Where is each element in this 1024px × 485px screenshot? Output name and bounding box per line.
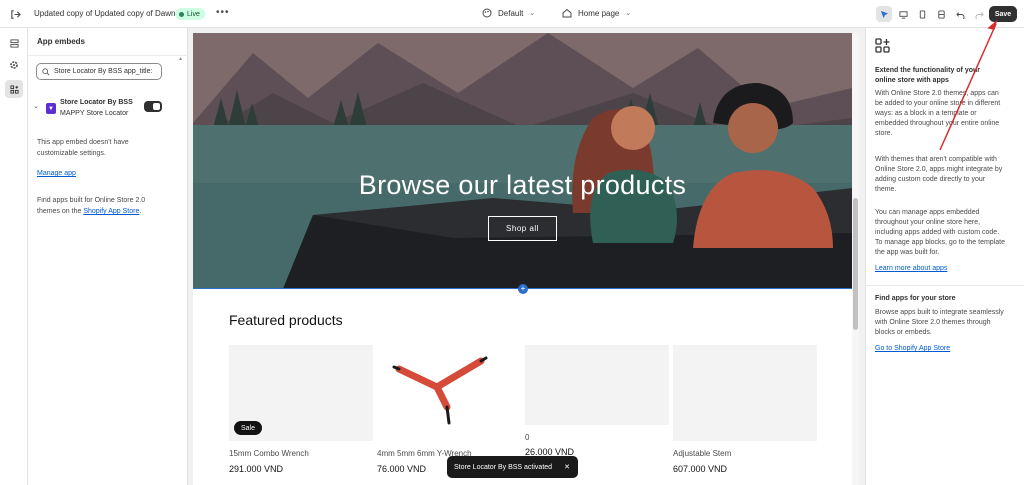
apps-icon xyxy=(875,38,890,53)
add-section-button[interactable]: + xyxy=(518,284,528,294)
panel-title: App embeds xyxy=(37,37,86,46)
redo-icon[interactable] xyxy=(971,6,987,22)
product-card[interactable]: 4mm 5mm 6mm Y-Wrench 76.000 VND xyxy=(377,345,521,474)
preview-tools xyxy=(876,6,987,22)
page-label: Home page xyxy=(578,8,620,18)
app-embed-name: Store Locator By BSS xyxy=(60,99,133,106)
fullscreen-view-icon[interactable] xyxy=(933,6,949,22)
info-paragraph: With themes that aren't compatible with … xyxy=(875,156,1003,193)
app-embed-toggle[interactable] xyxy=(144,101,162,112)
home-icon xyxy=(562,8,572,18)
info-panel: Extend the functionality of your online … xyxy=(865,28,1024,485)
undo-icon[interactable] xyxy=(952,6,968,22)
y-wrench-image xyxy=(392,356,488,425)
theme-selector[interactable]: Default ⌄ xyxy=(482,8,535,18)
page-selector[interactable]: Home page ⌄ xyxy=(562,8,631,18)
top-bar: Updated copy of Updated copy of Dawn Liv… xyxy=(0,0,1024,28)
app-embed-item[interactable]: ⌄ ▼ Store Locator By BSS MAPPY Store Loc… xyxy=(33,98,178,126)
panel-scrollbar[interactable]: ▲ xyxy=(178,56,184,485)
more-actions-button[interactable]: ••• xyxy=(216,7,230,18)
sidebar-rail xyxy=(0,28,28,485)
chevron-down-icon: ⌄ xyxy=(529,10,536,17)
shop-all-button[interactable]: Shop all xyxy=(488,216,557,241)
gear-icon[interactable] xyxy=(5,56,23,74)
product-image[interactable] xyxy=(525,345,669,425)
manage-app-link[interactable]: Manage app xyxy=(37,168,76,179)
close-icon[interactable]: ✕ xyxy=(564,463,570,471)
toast-notification: Store Locator By BSS activated ✕ xyxy=(447,456,578,478)
find-apps-text: Find apps built for Online Store 2.0 the… xyxy=(37,197,146,215)
save-button[interactable]: Save xyxy=(989,6,1017,22)
learn-more-link[interactable]: Learn more about apps xyxy=(875,265,947,272)
product-card[interactable]: Sale 15mm Combo Wrench 291.000 VND xyxy=(229,345,373,474)
product-image[interactable] xyxy=(673,345,817,441)
find-apps-heading: Find apps for your store xyxy=(875,295,956,302)
scrollbar-thumb[interactable] xyxy=(853,198,858,330)
hero-banner[interactable]: Browse our latest products Shop all xyxy=(193,33,852,289)
product-price: 607.000 VND xyxy=(673,464,728,474)
info-paragraph: You can manage apps embedded throughout … xyxy=(875,209,1005,256)
featured-products-title: Featured products xyxy=(229,312,343,328)
chevron-down-icon[interactable]: ⌄ xyxy=(33,102,39,110)
sections-icon[interactable] xyxy=(5,34,23,52)
exit-icon[interactable] xyxy=(8,7,22,21)
product-price: 291.000 VND xyxy=(229,464,284,474)
mobile-view-icon[interactable] xyxy=(914,6,930,22)
info-heading: Extend the functionality of your online … xyxy=(875,67,981,84)
no-settings-text: This app embed doesn't have customizable… xyxy=(37,139,129,157)
app-embed-subtitle: MAPPY Store Locator xyxy=(60,110,129,117)
search-value: Store Locator By BSS app_title: xyxy=(54,68,153,75)
product-card[interactable]: Adjustable Stem 607.000 VND xyxy=(673,345,817,474)
hero-title: Browse our latest products xyxy=(358,170,687,200)
product-card[interactable]: 0 26.000 VND xyxy=(525,345,669,457)
shopify-app-store-link[interactable]: Shopify App Store xyxy=(83,208,139,215)
product-name[interactable]: Adjustable Stem xyxy=(673,449,731,458)
product-price: 76.000 VND xyxy=(377,464,427,474)
app-embeds-panel: App embeds Store Locator By BSS app_titl… xyxy=(28,28,188,485)
hero-illustration xyxy=(193,33,852,289)
store-title: Updated copy of Updated copy of Dawn xyxy=(34,9,176,18)
product-name[interactable]: 0 xyxy=(525,433,529,442)
live-dot-icon xyxy=(179,11,184,17)
theme-label: Default xyxy=(498,8,524,18)
toast-message: Store Locator By BSS activated xyxy=(454,463,553,471)
app-logo-icon: ▼ xyxy=(46,103,56,114)
info-paragraph: With Online Store 2.0 themes, apps can b… xyxy=(875,90,1001,137)
product-name[interactable]: 15mm Combo Wrench xyxy=(229,449,309,458)
desktop-view-icon[interactable] xyxy=(895,6,911,22)
product-image[interactable] xyxy=(377,345,521,441)
divider xyxy=(28,55,188,56)
app-embeds-icon[interactable] xyxy=(5,80,23,98)
product-image[interactable]: Sale xyxy=(229,345,373,441)
divider xyxy=(866,285,1024,286)
search-input[interactable]: Store Locator By BSS app_title: xyxy=(36,63,162,80)
preview-scrollbar[interactable] xyxy=(852,33,859,485)
palette-icon xyxy=(482,8,492,18)
live-status-badge: Live xyxy=(175,8,205,20)
chevron-down-icon: ⌄ xyxy=(625,10,632,17)
find-apps-text: Browse apps built to integrate seamlessl… xyxy=(875,309,1004,336)
shopify-app-store-link[interactable]: Go to Shopify App Store xyxy=(875,345,950,352)
scroll-up-icon: ▲ xyxy=(178,56,183,62)
store-preview[interactable]: Browse our latest products Shop all + Fe… xyxy=(193,33,852,485)
inspector-icon[interactable] xyxy=(876,6,892,22)
sale-badge: Sale xyxy=(234,421,263,435)
search-icon xyxy=(42,67,50,75)
